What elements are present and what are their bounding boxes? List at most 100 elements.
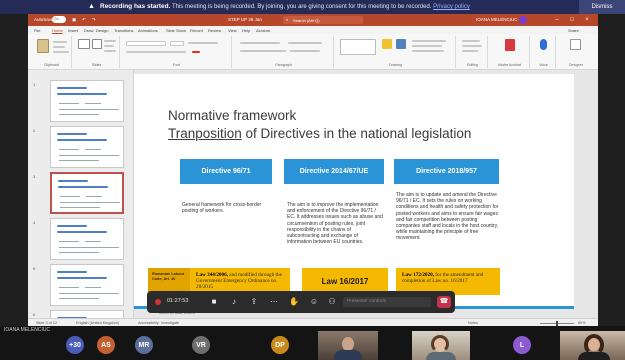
menu-design[interactable]: Design <box>96 28 108 33</box>
privacy-policy-link[interactable]: Privacy policy <box>433 4 470 10</box>
slide-subtitle-rest: of Directives in the national legislatio… <box>241 126 472 141</box>
share-screen-icon[interactable]: ⇪ <box>247 296 261 308</box>
title-bar: AutoSave On ▣ ↶ ↷ STEP UP 28 Jan ⌕ Searc… <box>28 14 598 26</box>
save-icon[interactable]: ▣ <box>72 17 76 23</box>
find-icon[interactable] <box>462 40 480 42</box>
ribbon-label-slides: Slides <box>91 63 102 67</box>
ribbon-group-drawing: Drawing <box>336 36 456 68</box>
meeting-controls-bar: 01:27:53 ■ ♪ ⇪ ⋯ ✋ ☺ ⚇ Presenter control… <box>147 291 455 313</box>
language-indicator[interactable]: English (United Kingdom) <box>76 321 119 325</box>
current-slide[interactable]: Normative framework Tranposition of Dire… <box>134 74 574 309</box>
slide-thumbnails-pane: 1 2 3 4 5 6 <box>28 70 134 318</box>
thumbnail-number: 3 <box>33 174 36 179</box>
menu-insert[interactable]: Insert <box>68 28 78 33</box>
camera-icon[interactable]: ■ <box>207 296 221 308</box>
menu-help[interactable]: Help <box>242 28 250 33</box>
participant-avatar[interactable]: DP <box>271 336 289 354</box>
zoom-level[interactable]: 80% <box>578 321 586 325</box>
ribbon-label-clipboard: Clipboard <box>44 63 59 67</box>
redo-icon[interactable]: ↷ <box>92 17 96 23</box>
user-avatar[interactable] <box>519 16 527 24</box>
participant-camera-3[interactable] <box>560 331 625 360</box>
menu-review[interactable]: Review <box>208 28 221 33</box>
raise-hand-icon[interactable]: ✋ <box>287 296 301 308</box>
ribbon-label-voice: Voice <box>539 63 548 67</box>
quick-styles-icon[interactable] <box>396 39 406 49</box>
thumbnail-line <box>86 196 102 197</box>
slide-thumbnail[interactable] <box>50 126 124 168</box>
reuse-slides-icon[interactable] <box>92 39 102 49</box>
thumbnail-number: 1 <box>33 82 36 87</box>
thumbnail-line <box>59 155 119 156</box>
menu-slide-show[interactable]: Slide Show <box>166 28 186 33</box>
document-title: STEP UP 28 Jan <box>228 17 262 22</box>
slide-thumbnail[interactable] <box>50 310 124 318</box>
undo-icon[interactable]: ↶ <box>82 17 86 23</box>
accessibility-indicator[interactable]: Accessibility: Investigate <box>138 321 179 325</box>
participant-hair-2 <box>431 335 449 353</box>
new-slide-icon[interactable] <box>78 39 90 49</box>
menu-home[interactable]: Home <box>52 28 63 33</box>
close-icon[interactable]: × <box>583 16 591 24</box>
thumbnail-line <box>57 225 87 227</box>
participant-avatar[interactable]: VR <box>192 336 210 354</box>
menu-record[interactable]: Record <box>190 28 203 33</box>
minimize-icon[interactable]: – <box>553 16 561 24</box>
autosave-state: On <box>54 17 59 21</box>
presenter-controls-field[interactable]: Presenter controls <box>343 297 431 307</box>
thumbnail-line <box>60 207 100 208</box>
participant-avatar[interactable]: MR <box>135 336 153 354</box>
slide-thumbnail[interactable] <box>50 218 124 260</box>
participant-camera-1[interactable] <box>318 331 378 360</box>
thumbnail-line <box>59 287 79 288</box>
chat-icon[interactable]: ☺ <box>307 296 321 308</box>
hang-up-button[interactable]: ☎ <box>437 296 451 308</box>
share-button[interactable]: Share <box>568 28 579 33</box>
shapes-gallery-icon[interactable] <box>340 39 376 55</box>
participant-avatar[interactable]: AS <box>97 336 115 354</box>
thumbnail-line <box>57 139 107 141</box>
mic-icon[interactable]: ♪ <box>227 296 241 308</box>
thumbnail-line <box>58 186 108 188</box>
menu-animations[interactable]: Animations <box>138 28 158 33</box>
menu-transitions[interactable]: Transitions <box>114 28 133 33</box>
slide-thumbnail[interactable] <box>50 80 124 122</box>
select-icon[interactable] <box>462 50 478 52</box>
paste-icon[interactable] <box>37 39 49 53</box>
slide-thumbnail[interactable] <box>50 264 124 306</box>
arrange-icon[interactable] <box>382 39 392 49</box>
thumbnail-line <box>59 149 79 150</box>
slide-thumbnail[interactable] <box>50 172 124 214</box>
menu-bar: File Home Insert Draw Design Transitions Anima… <box>28 26 598 34</box>
ribbon-label-designer: Designer <box>568 63 583 67</box>
design-ideas-icon[interactable] <box>570 39 581 50</box>
menu-acrobat[interactable]: Acrobat <box>256 28 270 33</box>
slide-subtitle-underlined: Tranposition <box>168 126 242 141</box>
recording-text: This meeting is being recorded. By joini… <box>170 4 432 10</box>
font-color-icon[interactable] <box>192 51 200 53</box>
more-options-icon[interactable]: ⋯ <box>267 296 281 308</box>
participants-icon[interactable]: ⚇ <box>325 296 339 308</box>
thumbnail-line <box>59 247 119 248</box>
dictate-icon[interactable] <box>540 39 547 50</box>
participant-camera-2[interactable] <box>412 331 470 360</box>
menu-draw[interactable]: Draw <box>84 28 93 33</box>
dismiss-button[interactable]: Dismiss <box>579 0 625 14</box>
thumbnail-number: 5 <box>33 266 36 271</box>
participant-avatar[interactable]: L <box>513 336 531 354</box>
menu-view[interactable]: View <box>228 28 237 33</box>
ribbon-label-font: Font <box>172 63 180 67</box>
create-pdf-icon[interactable] <box>505 39 515 51</box>
ribbon-group-font: Font <box>122 36 232 68</box>
search-box[interactable]: ⌕ Search (Alt+Q) <box>283 16 363 24</box>
user-name: IOANA MELENCIUC <box>476 17 518 22</box>
thumbnail-line <box>59 103 79 104</box>
menu-file[interactable]: File <box>34 28 40 33</box>
participant-avatar[interactable]: +30 <box>66 336 84 354</box>
maximize-icon[interactable]: □ <box>568 16 576 24</box>
notes-button[interactable]: Notes <box>468 321 478 325</box>
slide-counter: Slide 3 of 12 <box>36 321 58 325</box>
replace-icon[interactable] <box>462 45 482 47</box>
directive-2014-67-box: Directive 2014/67/UE <box>284 159 384 184</box>
ribbon-group-designer: Designer <box>558 36 594 68</box>
